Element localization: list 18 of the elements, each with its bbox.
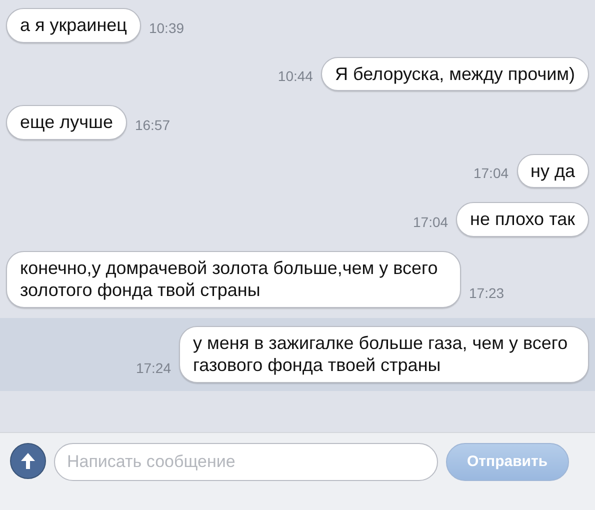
message-time: 17:24 bbox=[136, 358, 171, 378]
message-time: 17:23 bbox=[469, 284, 504, 302]
message-bubble: не плохо так bbox=[456, 202, 589, 236]
send-button[interactable]: Отправить bbox=[446, 443, 569, 481]
message-time: 10:39 bbox=[148, 18, 184, 38]
up-arrow-icon bbox=[19, 451, 37, 471]
message-time: 17:04 bbox=[473, 164, 509, 183]
attach-button[interactable] bbox=[10, 443, 46, 479]
message-field[interactable]: Написать сообщение bbox=[54, 443, 438, 481]
message-time: 16:57 bbox=[134, 116, 170, 134]
message-bubble: Я белоруска, между прочим) bbox=[320, 56, 589, 91]
message-time: 10:44 bbox=[278, 67, 313, 86]
message-bubble: ну да bbox=[516, 154, 589, 188]
message-bubble: еще лучше bbox=[6, 105, 127, 140]
message-bubble: а я украинец bbox=[6, 8, 141, 42]
message-bubble: конечно,у домрачевой золота больше,чем у всего золотого фонда твой страны bbox=[6, 250, 461, 308]
message-time: 17:04 bbox=[413, 212, 448, 232]
message-bubble: у меня в зажигалке больше газа, чем у всего газового фонда твоей страны bbox=[179, 326, 589, 382]
